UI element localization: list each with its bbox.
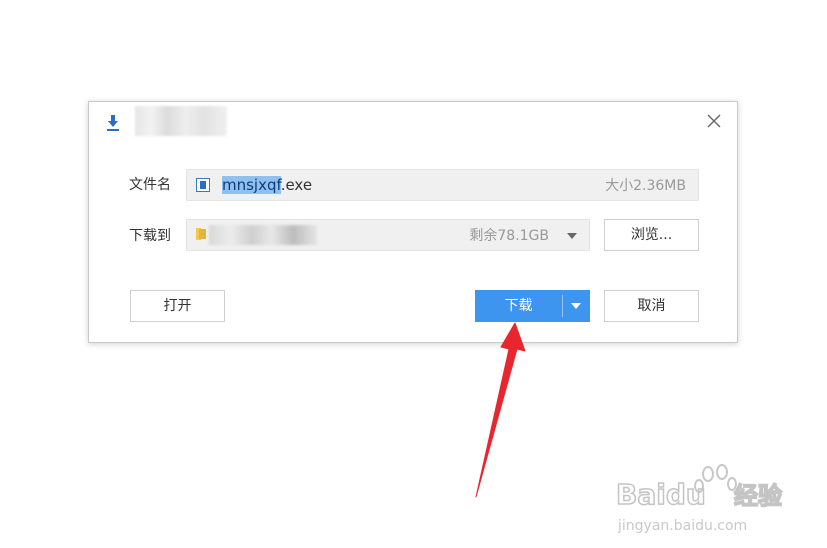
baidu-jingyan-watermark: Baidu 经验 jingyan.baidu.com xyxy=(615,464,783,534)
watermark-product: 经验 xyxy=(734,482,782,510)
watermark-url: jingyan.baidu.com xyxy=(617,518,747,534)
watermark-brand: Baidu xyxy=(616,478,706,511)
